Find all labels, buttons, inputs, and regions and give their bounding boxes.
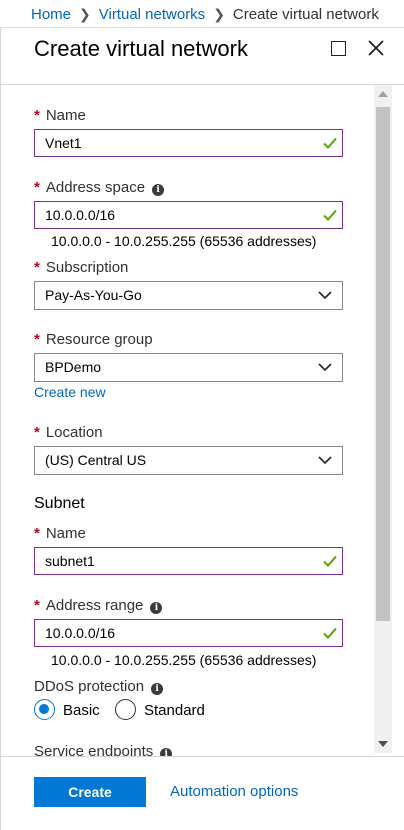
scroll-up-icon[interactable] (378, 91, 388, 97)
location-select[interactable]: (US) Central US (34, 446, 343, 475)
location-label: * Location (34, 424, 103, 441)
subnet-heading: Subnet (34, 495, 85, 512)
checkmark-icon (323, 209, 337, 221)
breadcrumb: Home ❯ Virtual networks ❯ Create virtual net… (0, 0, 404, 28)
scroll-down-icon[interactable] (378, 741, 388, 747)
name-input[interactable] (35, 130, 305, 156)
address-space-label: * Address space i (34, 179, 165, 196)
address-space-helper: 10.0.0.0 - 10.0.255.255 (65536 addresses… (51, 233, 317, 249)
breadcrumb-current: Create virtual network (232, 6, 379, 23)
required-asterisk: * (34, 331, 40, 348)
subscription-value: Pay-As-You-Go (45, 287, 142, 303)
create-vnet-blade: Create virtual network *Name *Address sp… (0, 28, 404, 830)
ddos-basic-radio[interactable] (34, 699, 55, 720)
required-asterisk: * (34, 107, 40, 124)
address-range-input[interactable] (35, 620, 305, 646)
name-field[interactable] (34, 129, 343, 157)
automation-options-link[interactable]: Automation options (170, 783, 298, 800)
divider (1, 756, 404, 757)
required-asterisk: * (34, 525, 40, 542)
subscription-select[interactable]: Pay-As-You-Go (34, 281, 343, 310)
required-asterisk: * (34, 179, 40, 196)
chevron-down-icon (318, 291, 332, 300)
close-icon[interactable] (367, 39, 385, 57)
checkmark-icon (323, 137, 337, 149)
maximize-icon[interactable] (331, 41, 346, 56)
breadcrumb-virtual-networks[interactable]: Virtual networks (99, 6, 205, 23)
location-value: (US) Central US (45, 452, 147, 468)
ddos-label: DDoS protection i (34, 678, 164, 695)
subscription-label: * Subscription (34, 259, 129, 276)
blade-title: Create virtual network (34, 36, 248, 61)
subnet-name-label: * Name (34, 525, 86, 542)
resource-group-select[interactable]: BPDemo (34, 353, 343, 382)
required-asterisk: * (34, 259, 40, 276)
scrollbar-thumb[interactable] (376, 107, 390, 621)
ddos-standard-label[interactable]: Standard (144, 702, 205, 719)
create-new-link[interactable]: Create new (34, 384, 106, 400)
resource-group-label: * Resource group (34, 331, 153, 348)
resource-group-value: BPDemo (45, 359, 102, 375)
address-range-helper: 10.0.0.0 - 10.0.255.255 (65536 addresses… (51, 652, 317, 668)
address-range-label: * Address range i (34, 597, 163, 614)
checkmark-icon (323, 555, 337, 567)
ddos-basic-label[interactable]: Basic (63, 702, 100, 719)
checkmark-icon (323, 627, 337, 639)
address-range-field[interactable] (34, 619, 343, 647)
chevron-down-icon (318, 456, 332, 465)
ddos-standard-radio[interactable] (115, 699, 136, 720)
create-button[interactable]: Create (34, 777, 146, 807)
subnet-name-input[interactable] (35, 548, 305, 574)
form-scroll-area: *Name *Address spacei 10.0.0.0 - 10.0.25… (1, 85, 373, 757)
info-icon[interactable]: i (152, 184, 165, 196)
address-space-input[interactable] (35, 202, 305, 228)
chevron-down-icon (318, 363, 332, 372)
required-asterisk: * (34, 597, 40, 614)
subnet-name-field[interactable] (34, 547, 343, 575)
chevron-right-icon: ❯ (213, 6, 225, 22)
info-icon[interactable]: i (151, 683, 164, 695)
required-asterisk: * (34, 424, 40, 441)
scrollbar[interactable] (374, 85, 392, 753)
info-icon[interactable]: i (150, 602, 163, 614)
address-space-field[interactable] (34, 201, 343, 229)
breadcrumb-home[interactable]: Home (31, 6, 71, 23)
name-label: * Name (34, 107, 86, 124)
service-endpoints-label: Service endpoints i (34, 743, 173, 757)
chevron-right-icon: ❯ (79, 6, 91, 22)
